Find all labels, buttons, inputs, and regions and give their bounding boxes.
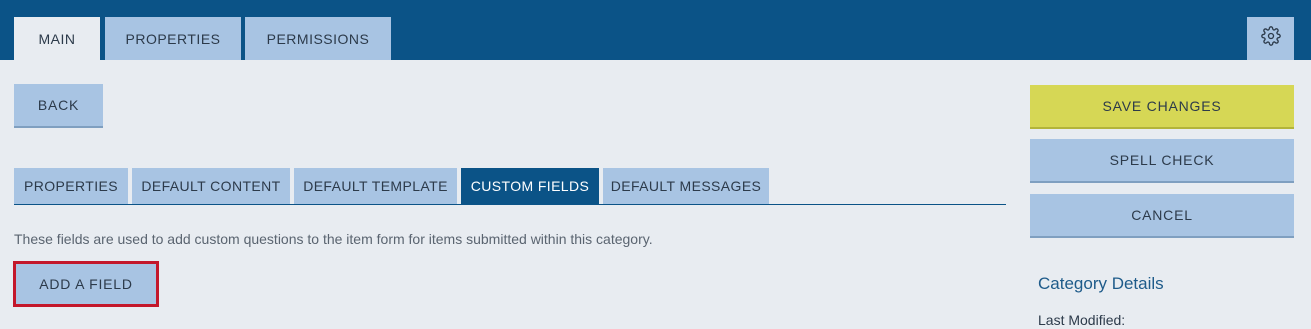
- subtab-default-messages[interactable]: DEFAULT MESSAGES: [603, 168, 769, 204]
- save-changes-button[interactable]: SAVE CHANGES: [1030, 85, 1294, 129]
- custom-fields-description: These fields are used to add custom ques…: [14, 231, 653, 247]
- spell-check-button[interactable]: SPELL CHECK: [1030, 139, 1294, 183]
- subtab-custom-fields[interactable]: CUSTOM FIELDS: [461, 168, 599, 204]
- top-navigation-bar: MAIN PROPERTIES PERMISSIONS: [0, 0, 1311, 60]
- category-details-heading: Category Details: [1038, 274, 1164, 293]
- last-modified-label: Last Modified:: [1038, 312, 1126, 328]
- subtab-default-content[interactable]: DEFAULT CONTENT: [132, 168, 290, 204]
- subtab-default-template[interactable]: DEFAULT TEMPLATE: [294, 168, 457, 204]
- settings-button[interactable]: [1247, 17, 1294, 60]
- gear-icon: [1260, 26, 1281, 51]
- tab-permissions[interactable]: PERMISSIONS: [245, 17, 391, 60]
- cancel-button[interactable]: CANCEL: [1030, 194, 1294, 238]
- subtab-divider: [14, 204, 1006, 205]
- add-field-button[interactable]: ADD A FIELD: [16, 264, 156, 304]
- tab-properties[interactable]: PROPERTIES: [105, 17, 241, 60]
- add-field-highlight: ADD A FIELD: [13, 261, 159, 307]
- subtab-properties[interactable]: PROPERTIES: [14, 168, 128, 204]
- back-button[interactable]: BACK: [14, 84, 103, 128]
- tab-main[interactable]: MAIN: [14, 17, 100, 60]
